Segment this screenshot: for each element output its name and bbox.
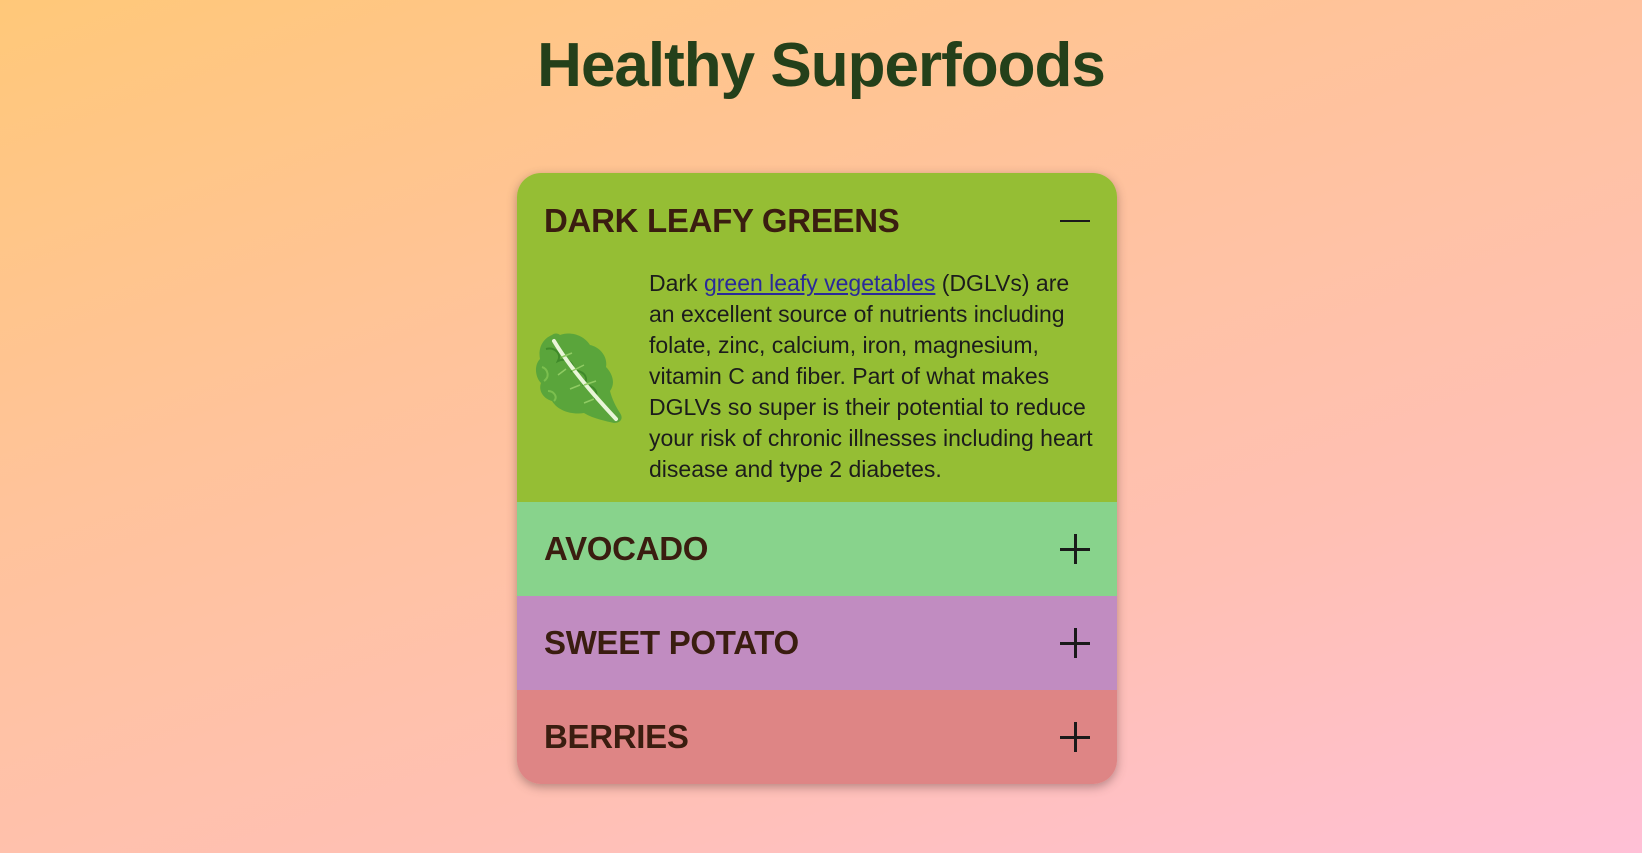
section-title: SWEET POTATO — [544, 624, 799, 661]
section-description: Dark green leafy vegetables (DGLVs) are … — [649, 268, 1099, 485]
section-avocado: AVOCADO — [517, 502, 1117, 596]
plus-icon[interactable] — [1060, 628, 1090, 658]
minus-icon[interactable] — [1060, 206, 1090, 236]
section-header-berries[interactable]: BERRIES — [517, 690, 1117, 784]
section-header-sweet-potato[interactable]: SWEET POTATO — [517, 596, 1117, 690]
section-sweet-potato: SWEET POTATO — [517, 596, 1117, 690]
section-title: BERRIES — [544, 718, 689, 755]
lettuce-leaf-icon — [535, 332, 622, 423]
section-dark-leafy-greens: DARK LEAFY GREENS Dark green leafy veget… — [517, 173, 1117, 502]
section-title: DARK LEAFY GREENS — [544, 201, 900, 239]
superfoods-accordion: DARK LEAFY GREENS Dark green leafy veget… — [517, 173, 1117, 784]
plus-icon[interactable] — [1060, 722, 1090, 752]
section-body-dark-leafy-greens: Dark green leafy vegetables (DGLVs) are … — [517, 268, 1117, 502]
page-title: Healthy Superfoods — [537, 31, 1106, 100]
section-title: AVOCADO — [544, 530, 709, 567]
description-text-start: Dark — [649, 270, 704, 296]
plus-icon[interactable] — [1060, 534, 1090, 564]
green-leafy-vegetables-link[interactable]: green leafy vegetables — [704, 270, 935, 296]
section-berries: BERRIES — [517, 690, 1117, 784]
section-header-avocado[interactable]: AVOCADO — [517, 502, 1117, 596]
description-text-end: (DGLVs) are an excellent source of nutri… — [649, 270, 1093, 482]
section-header-dark-leafy-greens[interactable]: DARK LEAFY GREENS — [517, 173, 1117, 268]
